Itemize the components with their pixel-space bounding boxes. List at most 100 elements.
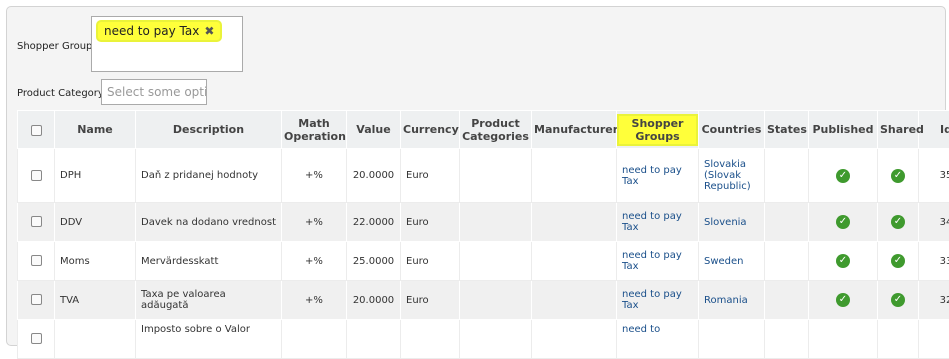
- row-shopper-groups[interactable]: need to pay Tax: [617, 281, 699, 320]
- row-select-cell: [18, 149, 55, 203]
- table-row: DPH Daň z pridanej hodnoty +% 20.0000 Eu…: [18, 149, 949, 203]
- row-math-operation: +%: [282, 149, 347, 203]
- col-manufacturer[interactable]: Manufacturer: [532, 111, 617, 149]
- row-countries[interactable]: Sweden: [699, 242, 765, 281]
- row-countries[interactable]: Romania: [699, 281, 765, 320]
- row-shopper-groups[interactable]: need to pay Tax: [617, 149, 699, 203]
- select-all-checkbox[interactable]: [31, 125, 42, 136]
- row-manufacturer: [532, 320, 617, 359]
- col-shared[interactable]: Shared: [878, 111, 919, 149]
- row-select-cell: [18, 242, 55, 281]
- check-circle-icon: ✓: [836, 215, 850, 229]
- row-shopper-groups[interactable]: need to: [617, 320, 699, 359]
- row-shared[interactable]: ✓: [878, 281, 919, 320]
- check-circle-icon: ✓: [891, 293, 905, 307]
- col-countries[interactable]: Countries: [699, 111, 765, 149]
- row-countries[interactable]: [699, 320, 765, 359]
- row-id: 34: [919, 203, 949, 242]
- row-manufacturer: [532, 242, 617, 281]
- col-currency[interactable]: Currency: [401, 111, 460, 149]
- row-states: [765, 281, 809, 320]
- row-name[interactable]: DDV: [55, 203, 136, 242]
- col-description[interactable]: Description: [136, 111, 282, 149]
- row-shared[interactable]: ✓: [878, 242, 919, 281]
- row-id: 35: [919, 149, 949, 203]
- row-published[interactable]: ✓: [809, 281, 878, 320]
- row-product-categories: [460, 203, 532, 242]
- row-checkbox[interactable]: [31, 294, 42, 305]
- row-manufacturer: [532, 203, 617, 242]
- table-row: Imposto sobre o Valor need to: [18, 320, 949, 359]
- row-published[interactable]: ✓: [809, 242, 878, 281]
- row-product-categories: [460, 320, 532, 359]
- row-shopper-groups[interactable]: need to pay Tax: [617, 242, 699, 281]
- row-currency: Euro: [401, 149, 460, 203]
- row-currency: Euro: [401, 242, 460, 281]
- row-currency: Euro: [401, 281, 460, 320]
- row-name[interactable]: TVA: [55, 281, 136, 320]
- row-checkbox[interactable]: [31, 170, 42, 181]
- product-category-label: Product Category: [17, 88, 104, 99]
- row-math-operation: +%: [282, 242, 347, 281]
- row-states: [765, 242, 809, 281]
- row-currency: Euro: [401, 203, 460, 242]
- tax-rules-table: Name Description Math Operation Value Cu…: [17, 110, 933, 359]
- row-countries[interactable]: Slovenia: [699, 203, 765, 242]
- row-description: Davek na dodano vrednost: [136, 203, 282, 242]
- row-math-operation: [282, 320, 347, 359]
- col-states[interactable]: States: [765, 111, 809, 149]
- row-states: [765, 203, 809, 242]
- row-description: Daň z pridanej hodnoty: [136, 149, 282, 203]
- row-id: 33: [919, 242, 949, 281]
- shopper-group-tag-label: need to pay Tax: [104, 24, 199, 38]
- row-product-categories: [460, 149, 532, 203]
- row-value: [347, 320, 401, 359]
- row-value: 20.0000: [347, 281, 401, 320]
- row-checkbox[interactable]: [31, 255, 42, 266]
- row-states: [765, 149, 809, 203]
- check-circle-icon: ✓: [891, 169, 905, 183]
- row-name[interactable]: DPH: [55, 149, 136, 203]
- row-manufacturer: [532, 149, 617, 203]
- tag-remove-icon[interactable]: ✖: [204, 24, 214, 38]
- row-shopper-groups[interactable]: need to pay Tax: [617, 203, 699, 242]
- row-checkbox[interactable]: [31, 216, 42, 227]
- row-published[interactable]: ✓: [809, 203, 878, 242]
- shopper-group-label: Shopper Group: [17, 41, 92, 52]
- row-select-cell: [18, 203, 55, 242]
- table-row: DDV Davek na dodano vrednost +% 22.0000 …: [18, 203, 949, 242]
- row-shared[interactable]: [878, 320, 919, 359]
- row-select-cell: [18, 281, 55, 320]
- row-value: 25.0000: [347, 242, 401, 281]
- row-states: [765, 320, 809, 359]
- row-checkbox[interactable]: [31, 333, 42, 344]
- col-shopper-groups[interactable]: Shopper Groups: [617, 111, 699, 149]
- col-math-operation[interactable]: Math Operation: [282, 111, 347, 149]
- shopper-groups-header-label: Shopper Groups: [619, 116, 696, 144]
- shopper-group-tag: need to pay Tax ✖: [98, 22, 220, 40]
- row-name[interactable]: Moms: [55, 242, 136, 281]
- col-published[interactable]: Published: [809, 111, 878, 149]
- row-manufacturer: [532, 281, 617, 320]
- col-product-categories[interactable]: Product Categories: [460, 111, 532, 149]
- row-math-operation: +%: [282, 281, 347, 320]
- select-all-header: [18, 111, 55, 149]
- row-currency: [401, 320, 460, 359]
- row-id: 32: [919, 281, 949, 320]
- product-category-select[interactable]: Select some opti: [101, 79, 207, 105]
- row-countries[interactable]: Slovakia (Slovak Republic): [699, 149, 765, 203]
- row-name[interactable]: [55, 320, 136, 359]
- table-row: TVA Taxa pe valoarea adăugată +% 20.0000…: [18, 281, 949, 320]
- row-description: Taxa pe valoarea adăugată: [136, 281, 282, 320]
- row-published[interactable]: [809, 320, 878, 359]
- col-name[interactable]: Name: [55, 111, 136, 149]
- row-value: 20.0000: [347, 149, 401, 203]
- table-header-row: Name Description Math Operation Value Cu…: [18, 111, 949, 149]
- row-shared[interactable]: ✓: [878, 149, 919, 203]
- shopper-group-select[interactable]: need to pay Tax ✖: [91, 16, 243, 72]
- check-circle-icon: ✓: [836, 169, 850, 183]
- row-description: Imposto sobre o Valor: [136, 320, 282, 359]
- col-value[interactable]: Value: [347, 111, 401, 149]
- row-published[interactable]: ✓: [809, 149, 878, 203]
- row-shared[interactable]: ✓: [878, 203, 919, 242]
